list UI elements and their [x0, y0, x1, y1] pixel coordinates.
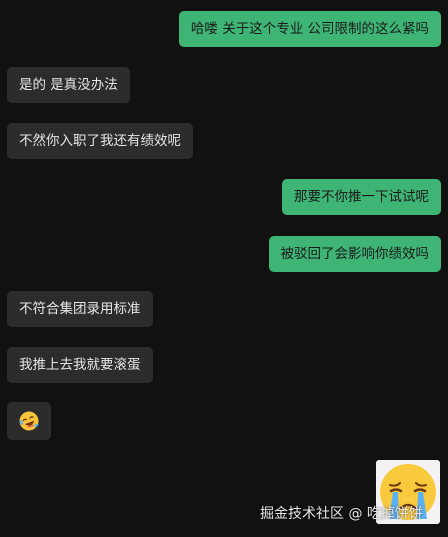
laughing-crying-emoji-icon	[19, 411, 39, 431]
message-text: 是的 是真没办法	[19, 77, 118, 93]
message-text: 不然你入职了我还有绩效呢	[19, 133, 181, 149]
message-bubble-incoming[interactable]: 是的 是真没办法	[7, 67, 130, 103]
message-bubble-incoming[interactable]: 不符合集团录用标准	[7, 291, 153, 327]
message-bubble-outgoing[interactable]: 哈喽 关于这个专业 公司限制的这么紧吗	[178, 11, 441, 47]
message-bubble-incoming[interactable]: 我推上去我就要滚蛋	[7, 347, 153, 383]
message-bubble-outgoing[interactable]: 被驳回了会影响你绩效吗	[268, 236, 441, 272]
message-text: 那要不你推一下试试呢	[294, 189, 429, 205]
chat-window: 哈喽 关于这个专业 公司限制的这么紧吗 是的 是真没办法 不然你入职了我还有绩效…	[0, 0, 448, 537]
message-bubble-incoming[interactable]: 不然你入职了我还有绩效呢	[7, 123, 193, 159]
message-text: 不符合集团录用标准	[19, 301, 141, 317]
watermark: 掘金技术社区 @ 吃掉饼饼	[260, 506, 423, 522]
message-text: 我推上去我就要滚蛋	[19, 357, 141, 373]
message-bubble-outgoing[interactable]: 那要不你推一下试试呢	[282, 179, 441, 215]
message-bubble-emoji[interactable]	[7, 402, 51, 440]
message-text: 被驳回了会影响你绩效吗	[280, 246, 430, 262]
message-text: 哈喽 关于这个专业 公司限制的这么紧吗	[190, 21, 429, 37]
